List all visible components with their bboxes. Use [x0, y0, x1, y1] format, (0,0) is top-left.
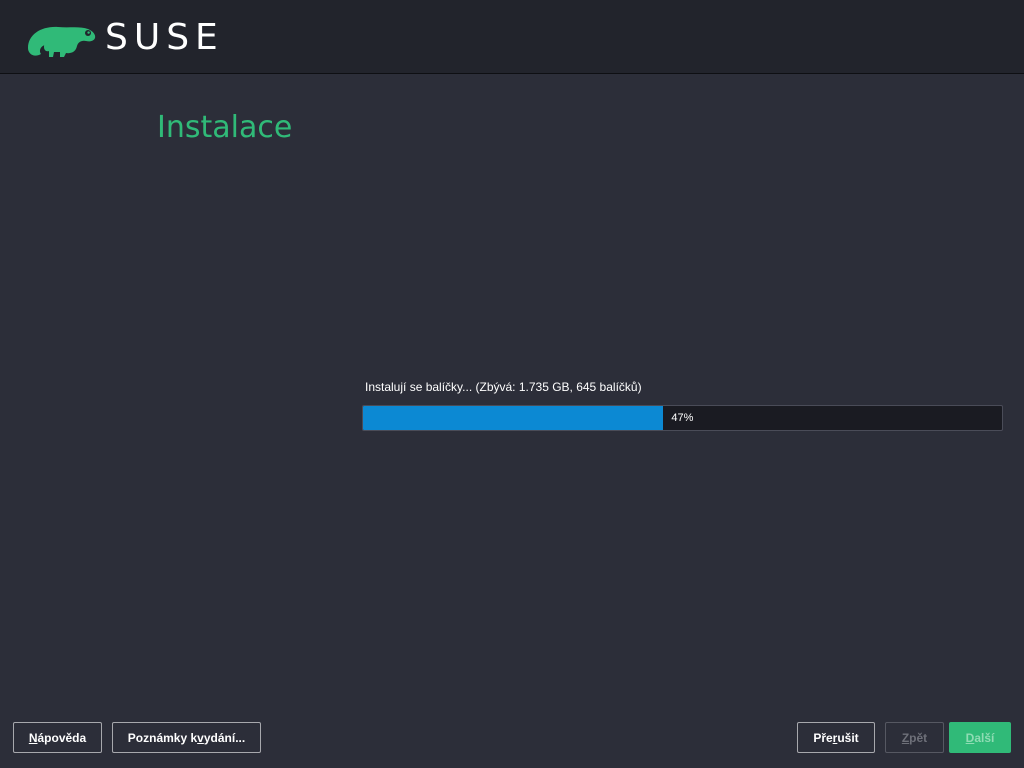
- next-button[interactable]: Další: [949, 722, 1011, 753]
- top-banner: SUSE: [0, 0, 1024, 74]
- release-notes-button-prefix: Poznámky k: [127, 730, 198, 745]
- page-title: Instalace: [157, 110, 293, 145]
- suse-chameleon-icon: [28, 26, 96, 57]
- install-progress-bar: 47%: [362, 405, 1003, 431]
- back-button-suffix: pět: [909, 730, 928, 745]
- next-button-suffix: alší: [974, 730, 995, 745]
- help-button-suffix: ápověda: [37, 730, 87, 745]
- abort-button-prefix: Pře: [813, 730, 833, 745]
- abort-button-suffix: ušit: [837, 730, 859, 745]
- progress-percent: 47%: [671, 412, 694, 424]
- back-button-mnemonic: Z: [901, 730, 910, 745]
- release-notes-button[interactable]: Poznámky k v ydání...: [112, 722, 261, 753]
- suse-logo-text: SUSE: [105, 17, 224, 58]
- release-notes-button-mnemonic: v: [197, 730, 204, 745]
- release-notes-button-suffix: ydání...: [203, 730, 246, 745]
- help-button[interactable]: Nápověda: [13, 722, 102, 753]
- progress-fill: [363, 406, 664, 430]
- help-button-mnemonic: N: [28, 730, 38, 745]
- next-button-mnemonic: D: [965, 730, 975, 745]
- progress-label: Instalují se balíčky... (Zbývá: 1.735 GB…: [365, 380, 642, 394]
- back-button[interactable]: Zpět: [885, 722, 944, 753]
- abort-button[interactable]: Pře r ušit: [797, 722, 875, 753]
